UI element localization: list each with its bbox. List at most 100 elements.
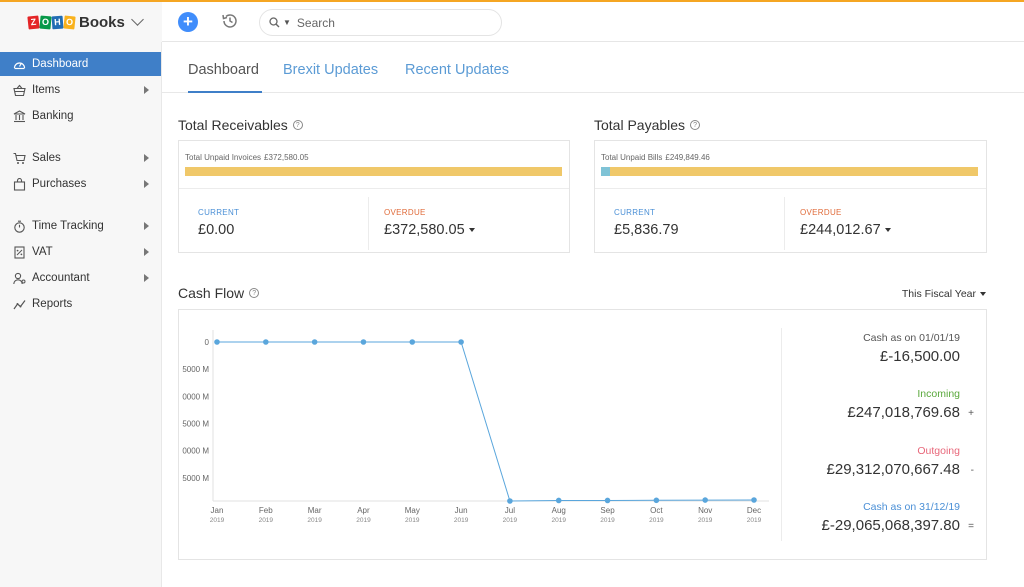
sidebar-item-items[interactable]: Items [0, 78, 161, 102]
outgoing-total: Outgoing £29,312,070,667.48 - [827, 445, 974, 478]
minus-sign: - [970, 465, 974, 476]
caret-right-icon [144, 222, 149, 230]
x-tick-year-label: 2019 [698, 517, 713, 524]
sidebar-item-label: Purchases [32, 178, 87, 190]
bar-amount: £249,849.46 [665, 153, 710, 162]
sidebar-item-banking[interactable]: Banking [0, 104, 161, 128]
data-point [751, 497, 757, 503]
sidebar-item-label: Reports [32, 298, 73, 310]
x-tick-year-label: 2019 [454, 517, 469, 524]
reports-icon [12, 297, 26, 311]
y-tick-label: 5000 M [182, 420, 209, 429]
history-icon[interactable] [221, 12, 239, 30]
caret-right-icon [144, 248, 149, 256]
x-tick-year-label: 2019 [210, 517, 225, 524]
help-icon[interactable]: ? [249, 288, 260, 298]
sidebar-item-time-tracking[interactable]: Time Tracking [0, 214, 161, 238]
receivables-bar-label: Total Unpaid Invoices £372,580.05 [185, 153, 309, 162]
sidebar-item-label: Sales [32, 152, 61, 164]
outgoing-label: Outgoing [917, 445, 960, 457]
help-icon[interactable]: ? [690, 120, 701, 130]
closing-balance-value: £-29,065,068,397.80 [821, 517, 960, 534]
closing-balance: Cash as on 31/12/19 £-29,065,068,397.80 … [821, 501, 974, 534]
x-tick-year-label: 2019 [307, 517, 322, 524]
search-scope-dropdown[interactable]: ▼ [283, 18, 291, 27]
bar-amount: £372,580.05 [264, 153, 309, 162]
x-tick-label: Jul [505, 506, 515, 515]
sidebar-item-vat[interactable]: VAT [0, 240, 161, 264]
sidebar-item-sales[interactable]: Sales [0, 146, 161, 170]
vat-doc-icon [12, 245, 26, 259]
chevron-down-icon [130, 13, 144, 26]
payables-overdue-amount: £244,012.67 [800, 222, 881, 238]
incoming-value: £247,018,769.68 [847, 404, 960, 421]
help-icon[interactable]: ? [292, 120, 303, 130]
incoming-total: Incoming £247,018,769.68 + [847, 388, 974, 421]
y-tick-label: 0000 M [182, 447, 209, 456]
x-tick-label: Aug [552, 506, 566, 515]
x-tick-label: Jun [455, 506, 468, 515]
sidebar-item-label: Dashboard [32, 58, 89, 70]
data-point [360, 339, 367, 345]
logo-letter: Z [27, 14, 40, 30]
sidebar-item-dashboard[interactable]: Dashboard [0, 52, 161, 76]
caret-down-icon[interactable] [468, 228, 475, 233]
payables-current-label: CURRENT [614, 208, 656, 217]
divider [179, 188, 569, 189]
x-tick-label: Sep [600, 506, 615, 515]
receivables-current-label: CURRENT [198, 208, 240, 217]
sidebar-item-purchases[interactable]: Purchases [0, 172, 161, 196]
caret-right-icon [144, 274, 149, 282]
divider [368, 197, 369, 250]
opening-balance-label: Cash as on 01/01/19 [863, 332, 960, 344]
bag-icon [12, 177, 26, 191]
sidebar-item-label: Accountant [32, 272, 90, 284]
x-tick-label: Oct [650, 506, 663, 515]
tab-brexit-updates[interactable]: Brexit Updates [283, 62, 378, 78]
payables-current-fill [601, 167, 610, 176]
search-input[interactable] [296, 15, 477, 30]
payables-current-value[interactable]: £5,836.79 [614, 222, 679, 238]
search-bar[interactable]: ▼ [259, 9, 502, 36]
sidebar-item-accountant[interactable]: Accountant [0, 266, 161, 290]
data-point [409, 339, 416, 345]
y-tick-label: 0 [205, 338, 210, 347]
x-tick-year-label: 2019 [259, 517, 274, 524]
opening-balance: Cash as on 01/01/19 £-16,500.00 [863, 332, 960, 365]
incoming-label: Incoming [917, 388, 960, 400]
plus-sign: + [968, 408, 974, 419]
x-tick-year-label: 2019 [649, 517, 664, 524]
fiscal-period-dropdown[interactable]: This Fiscal Year [902, 288, 986, 300]
data-point [653, 497, 660, 504]
x-tick-label: Apr [357, 506, 370, 515]
data-point [702, 497, 708, 503]
divider [784, 197, 785, 250]
accountant-icon [12, 271, 26, 285]
active-tab-indicator [188, 91, 262, 93]
caret-down-icon[interactable] [884, 228, 891, 233]
receivables-progress-bar [185, 167, 562, 176]
caret-down-icon [980, 292, 986, 296]
y-tick-label: 5000 M [182, 365, 209, 374]
receivables-current-value[interactable]: £0.00 [198, 222, 234, 238]
sidebar-item-label: Items [32, 84, 61, 96]
tab-dashboard[interactable]: Dashboard [188, 62, 259, 78]
brand-switcher[interactable]: Z O H O Books [0, 2, 162, 42]
payables-overdue-value[interactable]: £244,012.67 [800, 222, 891, 238]
sidebar-item-label: Banking [32, 110, 74, 122]
receivables-card: Total Unpaid Invoices £372,580.05 CURRENT… [178, 140, 570, 253]
logo-letter: H [51, 15, 64, 29]
sidebar-item-label: VAT [32, 246, 53, 258]
search-icon [269, 17, 280, 28]
tab-recent-updates[interactable]: Recent Updates [405, 62, 509, 78]
payables-overdue-label: OVERDUE [800, 208, 842, 217]
receivables-title-text: Total Receivables [178, 117, 288, 133]
quick-create-button[interactable]: + [178, 12, 198, 32]
x-tick-label: Dec [747, 506, 761, 515]
y-tick-label: 5000 M [182, 474, 209, 483]
x-tick-year-label: 2019 [503, 517, 518, 524]
data-point [311, 339, 318, 345]
sidebar-item-reports[interactable]: Reports [0, 292, 161, 316]
bar-caption: Total Unpaid Bills [601, 153, 663, 162]
receivables-overdue-value[interactable]: £372,580.05 [384, 222, 475, 238]
